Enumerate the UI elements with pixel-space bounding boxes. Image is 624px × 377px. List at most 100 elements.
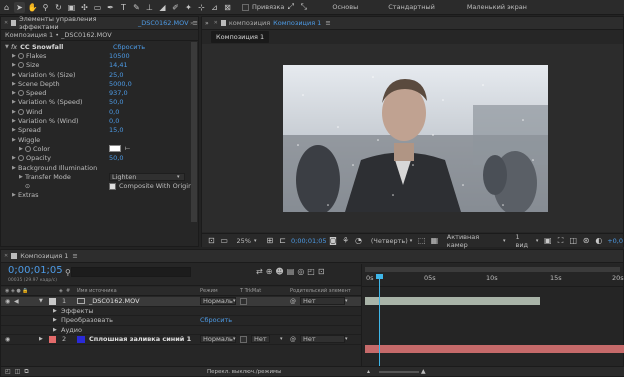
layer-label-color[interactable] — [49, 297, 56, 305]
panel-expand-icon[interactable]: » — [190, 19, 194, 27]
property-value[interactable]: 14,41 — [109, 61, 128, 69]
layer-label-color[interactable] — [49, 335, 56, 343]
expand-arrow-icon[interactable]: ▶ — [53, 308, 57, 314]
visibility-eye-icon[interactable]: ◉ — [5, 336, 10, 343]
property-value[interactable]: 5000,0 — [109, 80, 132, 88]
zoom-in-icon[interactable]: ▲ — [421, 368, 426, 375]
effect-property-row[interactable]: ▶ Opacity 50,0 — [5, 154, 198, 163]
zoom-dropdown[interactable]: 25% — [237, 237, 251, 245]
tab-effect-controls[interactable]: Элементы управления эффектами — [19, 15, 135, 31]
expand-arrow-icon[interactable]: ▶ — [53, 327, 57, 333]
effect-header[interactable]: ▼ fx CC Snowfall Сбросить — [5, 42, 198, 51]
audio-icon[interactable]: ◀ — [14, 298, 19, 305]
layer-row-2[interactable]: ◉ ▶ 2 Сплошная заливка синий 1 Нормаль ▾… — [1, 335, 361, 345]
region-of-interest-icon[interactable]: ⬚ — [416, 235, 427, 246]
search-icon[interactable]: ⚲ — [65, 268, 71, 277]
lock-icon[interactable] — [11, 20, 17, 26]
effect-property-row[interactable]: ▶ Flakes 10500 — [5, 51, 198, 60]
workspace-basics[interactable]: Основы — [332, 3, 358, 11]
stopwatch-icon[interactable] — [18, 90, 24, 97]
preserve-transparency-checkbox[interactable] — [240, 297, 247, 305]
pen-tool-icon[interactable]: ✒ — [105, 2, 116, 13]
property-value[interactable]: 15,0 — [109, 126, 123, 134]
stopwatch-icon[interactable] — [18, 108, 24, 115]
axis-tool-icon[interactable]: ⊹ — [196, 2, 207, 13]
viewer-area[interactable] — [202, 44, 623, 232]
layer-2-duration-bar[interactable] — [365, 345, 624, 353]
brush-tool-icon[interactable]: ✎ — [131, 2, 142, 13]
expand-arrow-icon[interactable]: ▶ — [53, 317, 57, 323]
eraser-tool-icon[interactable]: ◢ — [157, 2, 168, 13]
expand-arrow-icon[interactable]: ▶ — [39, 336, 43, 342]
axis-world-icon[interactable]: ⊿ — [209, 2, 220, 13]
resolution-dropdown[interactable]: (Четверть) — [371, 237, 408, 245]
tab-composition-name[interactable]: Композиция 1 — [273, 19, 321, 27]
effect-property-row[interactable]: ▶ Variation % (Size) 25,0 — [5, 70, 198, 79]
views-dropdown[interactable]: 1 вид — [516, 233, 534, 249]
exposure-value[interactable]: +0,0 — [607, 237, 623, 245]
stopwatch-icon[interactable] — [18, 62, 24, 69]
scrollbar[interactable] — [191, 42, 197, 222]
home-icon[interactable]: ⌂ — [1, 2, 12, 13]
work-area-bar[interactable] — [365, 267, 620, 272]
tab-menu-icon[interactable]: ≡ — [325, 19, 330, 27]
zoom-tool-icon[interactable]: ⚲ — [40, 2, 51, 13]
transfer-mode-dropdown[interactable]: Lighten — [109, 172, 185, 181]
transfer-controls-icon[interactable]: ◫ — [15, 368, 21, 375]
current-time[interactable]: 0;00;01;05 — [291, 237, 327, 245]
stopwatch-icon[interactable] — [18, 52, 24, 59]
playhead-handle[interactable] — [376, 274, 383, 279]
effect-property-row[interactable]: ▶ Variation % (Speed) 50,0 — [5, 98, 198, 107]
stopwatch-icon[interactable] — [25, 145, 31, 152]
zoom-slider[interactable] — [379, 370, 419, 373]
eyedropper-icon[interactable]: ⟝ — [125, 145, 130, 153]
parent-dropdown[interactable]: Нет — [300, 335, 345, 344]
camera-tool-icon[interactable]: ▣ — [66, 2, 77, 13]
layer-row-1[interactable]: ◉ ◀ ▼ 1 _DSC0162.MOV Нормаль ▾ @ Нет ▾ — [1, 297, 361, 307]
effect-property-row[interactable]: ▶ Extras — [5, 191, 198, 200]
parent-dropdown[interactable]: Нет — [300, 297, 345, 306]
zoom-out-icon[interactable]: ▴ — [367, 368, 370, 375]
header-parent[interactable]: Родительский элемент — [290, 288, 351, 294]
subrow-transform[interactable]: ▶ Преобразовать Сбросить — [1, 316, 361, 326]
property-value[interactable]: 50,0 — [109, 98, 123, 106]
property-value[interactable]: 0,0 — [109, 117, 119, 125]
in-out-icon[interactable]: ⧉ — [24, 368, 28, 376]
exposure-icon[interactable]: ◐ — [593, 235, 604, 246]
layer-name[interactable]: _DSC0162.MOV — [89, 297, 140, 305]
roto-tool-icon[interactable]: ✐ — [170, 2, 181, 13]
snapshot-icon[interactable]: ◙ — [328, 235, 339, 246]
effect-property-row[interactable]: ▶ Speed 937,0 — [5, 88, 198, 97]
subrow-effects[interactable]: ▶ Эффекты — [1, 307, 361, 316]
property-value[interactable]: 937,0 — [109, 89, 128, 97]
transform-reset-link[interactable]: Сбросить — [200, 316, 232, 324]
property-value[interactable]: 0,0 — [109, 108, 119, 116]
tab-composition-label[interactable]: композиция — [229, 19, 270, 27]
hand-tool-icon[interactable]: ✋ — [27, 2, 38, 13]
effect-property-row[interactable]: ▶ Spread 15,0 — [5, 126, 198, 135]
subrow-audio[interactable]: ▶ Аудио — [1, 326, 361, 335]
monitor-icon[interactable]: ▭ — [219, 235, 230, 246]
mask-tool-icon[interactable]: ▭ — [92, 2, 103, 13]
playhead-line[interactable] — [379, 274, 380, 376]
motion-blur-icon[interactable]: ◎ — [297, 267, 304, 276]
effect-controls-tab[interactable]: ✕ Элементы управления эффектами _DSC0162… — [1, 15, 198, 31]
clone-tool-icon[interactable]: ⊥ — [144, 2, 155, 13]
snap-edge-icon[interactable]: ⤡ — [298, 2, 309, 13]
stopwatch-icon[interactable]: ⊙ — [25, 183, 30, 190]
layer-1-duration-bar[interactable] — [365, 297, 540, 305]
expand-arrow-icon[interactable]: ▼ — [39, 298, 43, 304]
selection-tool-icon[interactable]: ➤ — [14, 1, 25, 13]
trkmat-dropdown[interactable]: Нет — [251, 335, 270, 344]
tab-menu-icon[interactable]: ≡ — [72, 252, 77, 260]
effect-property-row[interactable]: ⊙ Composite With Origina — [5, 181, 198, 190]
preserve-transparency-checkbox[interactable] — [240, 335, 247, 343]
effect-property-row[interactable]: ▶ Size 14,41 — [5, 61, 198, 70]
effect-property-row[interactable]: ▶ Scene Depth 5000,0 — [5, 79, 198, 88]
composition-subtab[interactable]: Композиция 1 — [211, 31, 270, 43]
rotate-tool-icon[interactable]: ↻ — [53, 2, 64, 13]
show-snapshot-icon[interactable]: ⚘ — [340, 235, 351, 246]
close-icon[interactable]: ✕ — [4, 253, 8, 259]
stopwatch-icon[interactable] — [18, 155, 24, 162]
header-trkmat[interactable]: T TrkMat — [240, 288, 261, 294]
